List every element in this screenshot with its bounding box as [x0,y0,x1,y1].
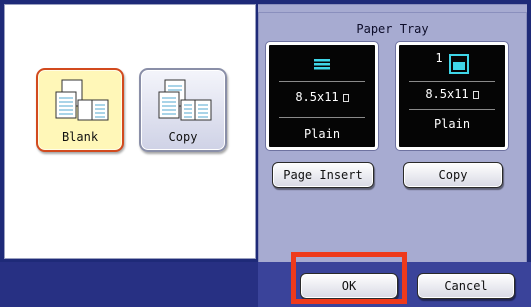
ok-highlight-box [291,252,407,304]
tray-divider [279,117,365,118]
portrait-orientation-icon [472,91,479,99]
tray-divider [409,81,495,82]
portrait-orientation-icon [342,94,349,102]
copy-option-button[interactable]: Copy [139,68,227,152]
blank-option-label: Blank [61,130,99,144]
copy-pages-icon [158,79,212,121]
copy-option-label: Copy [168,130,198,144]
tray-size-label: 8.5x11 [425,87,469,101]
tray-card-1[interactable]: 1 8.5x11 Plain [396,42,508,150]
copier-screen: Blank Copy Paper Tray 8.5x11 Plain 1 8.5… [0,0,531,307]
bypass-tray-icon [314,59,330,70]
paper-cassette-icon [448,54,469,74]
blank-option-button[interactable]: Blank [36,68,124,152]
tray-number: 1 [435,51,443,65]
tray-paper-type: Plain [433,117,471,131]
tray-divider [409,109,495,110]
tray-card-bypass[interactable]: 8.5x11 Plain [266,42,378,150]
page-insert-button[interactable]: Page Insert [272,162,374,188]
cancel-button[interactable]: Cancel [417,273,515,299]
copy-tray-button[interactable]: Copy [403,162,503,188]
tray-size-label: 8.5x11 [295,90,339,104]
blank-pages-icon [55,79,109,121]
paper-tray-heading: Paper Tray [356,22,429,36]
tray-paper-type: Plain [303,127,341,141]
tray-divider [279,81,365,82]
